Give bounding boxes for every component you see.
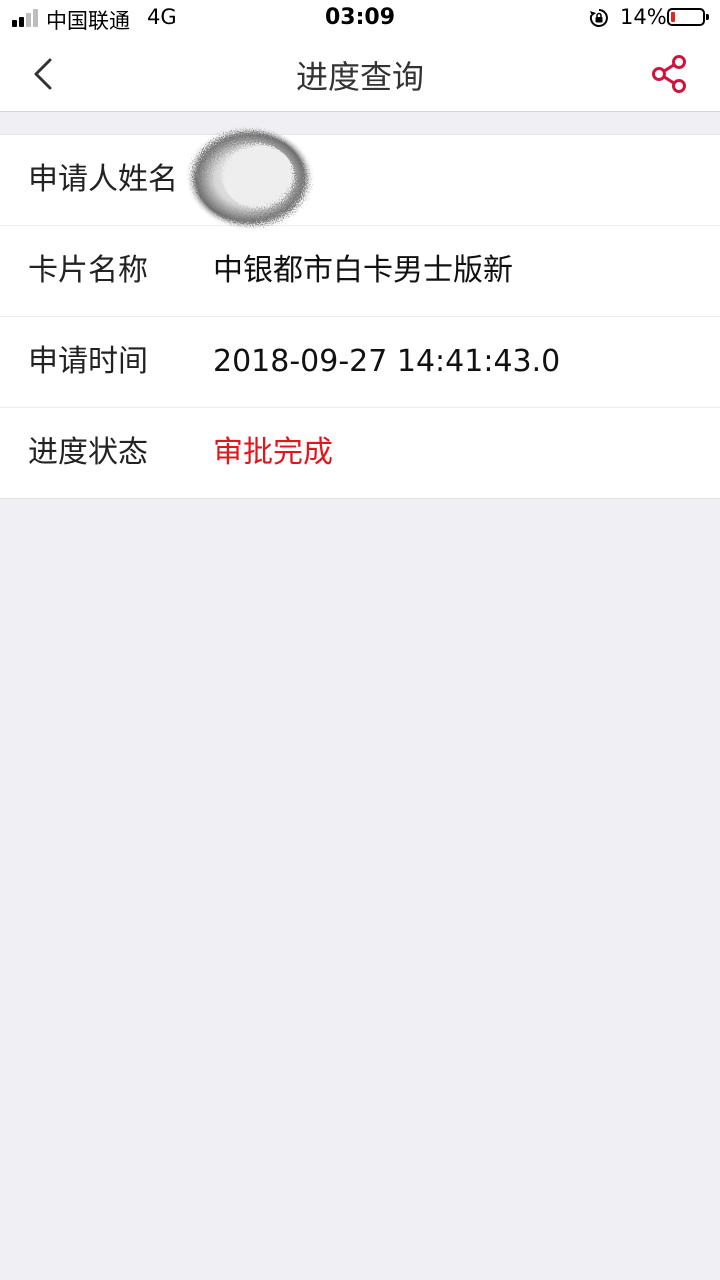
applicant-name-label: 申请人姓名 [28, 162, 178, 197]
navigation-bar: 进度查询 [0, 36, 720, 112]
redaction-blur [186, 128, 314, 232]
card-name-label: 卡片名称 [28, 253, 148, 288]
card-name-row: 卡片名称 中银都市白卡男士版新 [0, 226, 720, 317]
status-time: 03:09 [324, 5, 396, 30]
applicant-name-row: 申请人姓名 [0, 135, 720, 226]
card-name-value: 中银都市白卡男士版新 [213, 253, 513, 288]
share-icon[interactable] [650, 54, 690, 94]
progress-status-value: 审批完成 [213, 435, 333, 470]
battery-icon [667, 8, 709, 26]
application-details: 申请人姓名 卡片名称 中银都市白卡男士版新 申请时间 2018-09-27 14… [0, 134, 720, 499]
application-time-label: 申请时间 [28, 344, 148, 379]
battery-percentage: 14% [620, 5, 667, 29]
page-title: 进度查询 [295, 58, 424, 96]
status-bar: 中国联通 4G 03:09 14% [0, 0, 720, 36]
progress-status-label: 进度状态 [28, 435, 148, 470]
application-time-value: 2018-09-27 14:41:43.0 [213, 344, 561, 379]
rotation-lock-icon [589, 9, 608, 27]
progress-status-row: 进度状态 审批完成 [0, 408, 720, 498]
application-time-row: 申请时间 2018-09-27 14:41:43.0 [0, 317, 720, 408]
